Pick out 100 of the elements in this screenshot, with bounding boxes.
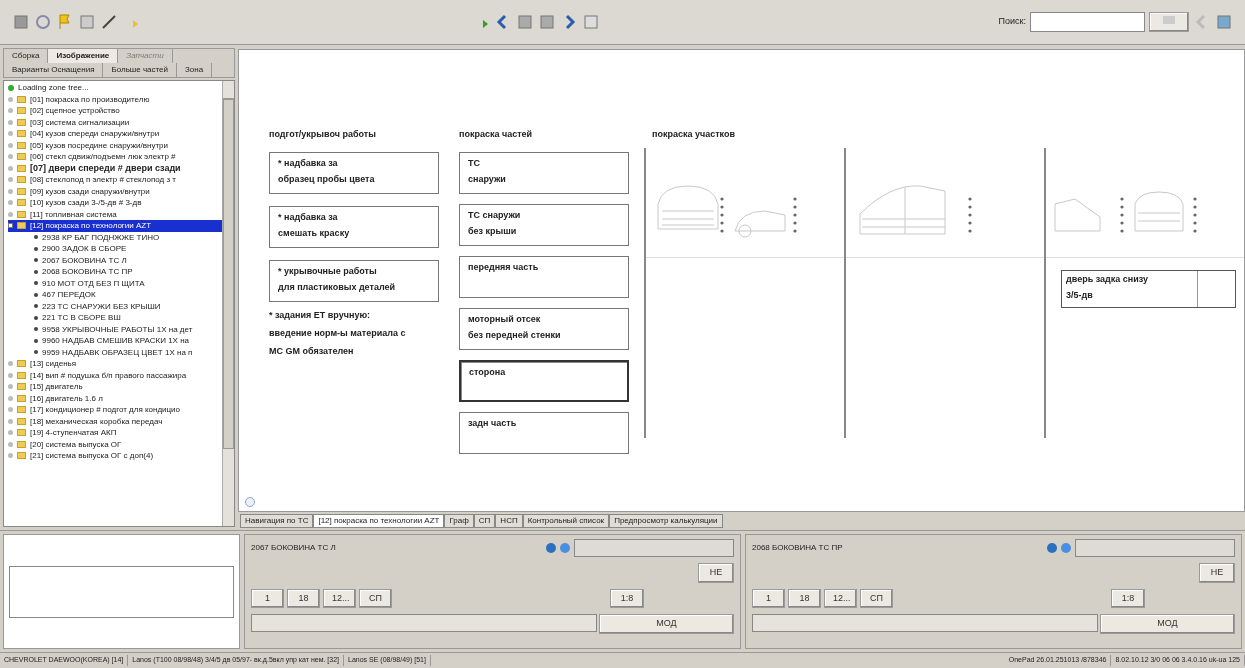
- tree-item[interactable]: [21] система выпуска ОГ с доп(4): [8, 450, 222, 462]
- tree-item[interactable]: [02] сцепное устройство: [8, 105, 222, 117]
- view-tab[interactable]: НСП: [495, 514, 523, 528]
- bullet-icon: [34, 246, 38, 251]
- box-text: образец пробы цвета: [278, 172, 376, 186]
- mode-button[interactable]: МОД: [599, 614, 734, 634]
- view-tab[interactable]: [12] покраска по технологии AZT: [313, 514, 445, 528]
- view-tab[interactable]: Контрольный список: [522, 514, 610, 528]
- tree-item[interactable]: 9960 НАДБАВ СМЕШИВ КРАСКИ 1Х на: [8, 335, 222, 347]
- tree-item[interactable]: [16] двигатель 1.6 л: [8, 392, 222, 404]
- view-tab[interactable]: Граф: [444, 514, 474, 528]
- tree-item[interactable]: [09] кузов сзади снаружи/внутри: [8, 185, 222, 197]
- zone-box[interactable]: * надбавка за смешать краску: [269, 205, 439, 248]
- tree-label: 9958 УКРЫВОЧНЫЕ РАБОТЫ 1Х на дет: [42, 323, 193, 335]
- push-button[interactable]: СП: [860, 588, 893, 608]
- zone-box[interactable]: передняя часть: [459, 255, 629, 298]
- tree-item[interactable]: [17] кондиционер # подгот для кондицио: [8, 404, 222, 416]
- tree-item[interactable]: 910 МОТ ОТД БЕЗ П ЩИТА: [8, 277, 222, 289]
- mode-button[interactable]: МОД: [1100, 614, 1235, 634]
- panel-tab[interactable]: Зона: [177, 63, 213, 77]
- side-button[interactable]: НЕ: [1199, 563, 1235, 583]
- pen-icon[interactable]: [100, 13, 118, 31]
- tree-item[interactable]: [11] топливная система: [8, 208, 222, 220]
- notes-field[interactable]: [9, 565, 234, 618]
- tree-item[interactable]: 467 ПЕРЕДОК: [8, 289, 222, 301]
- tree-item[interactable]: 223 ТС СНАРУЖИ БЕЗ КРЫШИ: [8, 300, 222, 312]
- side-button[interactable]: НЕ: [698, 563, 734, 583]
- ratio-button[interactable]: 1:8: [1111, 588, 1145, 608]
- push-button[interactable]: СП: [359, 588, 392, 608]
- part-field[interactable]: [574, 539, 734, 557]
- tree-item[interactable]: [06] стекл сдвиж/подъемн люк электр #: [8, 151, 222, 163]
- tree-item[interactable]: [04] кузов спереди снаружи/внутри: [8, 128, 222, 140]
- push-button[interactable]: 18: [287, 588, 320, 608]
- zone-box[interactable]: сторона: [459, 359, 629, 402]
- panel-tab[interactable]: Больше частей: [103, 63, 178, 77]
- bullet-icon: [34, 315, 38, 320]
- info-icon: [546, 543, 556, 553]
- circle-icon[interactable]: [34, 13, 52, 31]
- tree-item[interactable]: 221 ТС В СБОРЕ ВШ: [8, 312, 222, 324]
- box-text: ТС: [468, 156, 481, 170]
- tree-item[interactable]: [12] покраска по технологии AZT: [8, 220, 222, 232]
- tree-item[interactable]: 9959 НАДБАВК ОБРАЗЕЦ ЦВЕТ 1Х на п: [8, 346, 222, 358]
- tree-item[interactable]: [03] система сигнализации: [8, 116, 222, 128]
- tree-item[interactable]: [20] система выпуска ОГ: [8, 438, 222, 450]
- zone-box[interactable]: * укрывочные работы для пластиковых деталей: [269, 259, 439, 302]
- push-button[interactable]: 18: [788, 588, 821, 608]
- tree-item[interactable]: [01] покраска по производителю: [8, 93, 222, 105]
- tree-label: [05] кузов посредине снаружи/внутри: [30, 139, 168, 151]
- tree-item[interactable]: [14] вип # подушка б/п правого пассажира: [8, 369, 222, 381]
- tree-item[interactable]: [05] кузов посредине снаружи/внутри: [8, 139, 222, 151]
- panel-tab[interactable]: Изображение: [48, 49, 119, 63]
- ratio-button[interactable]: 1:8: [610, 588, 644, 608]
- zone-box[interactable]: задн часть: [459, 411, 629, 454]
- tree-label: [09] кузов сзади снаружи/внутри: [30, 185, 150, 197]
- tree-item[interactable]: 2900 ЗАДОК В СБОРЕ: [8, 243, 222, 255]
- box-text: * надбавка за: [278, 210, 339, 224]
- info-icon[interactable]: [245, 497, 255, 507]
- grid-icon[interactable]: [12, 13, 30, 31]
- scrollbar[interactable]: [222, 81, 234, 526]
- search-field[interactable]: [1030, 12, 1145, 32]
- push-button[interactable]: 12...: [323, 588, 356, 608]
- push-button[interactable]: 1: [251, 588, 284, 608]
- collapse-icon: [8, 223, 13, 229]
- tree-item[interactable]: [19] 4-ступенчатая АКП: [8, 427, 222, 439]
- part-title: 2067 БОКОВИНА ТС Л: [251, 542, 336, 554]
- tree-item[interactable]: 9958 УКРЫВОЧНЫЕ РАБОТЫ 1Х на дет: [8, 323, 222, 335]
- tree-label: 910 МОТ ОТД БЕЗ П ЩИТА: [42, 277, 145, 289]
- push-button[interactable]: 12...: [824, 588, 857, 608]
- bullet-icon: [34, 338, 38, 343]
- tree-item[interactable]: 2067 БОКОВИНА ТС Л: [8, 254, 222, 266]
- tree-label: 2900 ЗАДОК В СБОРЕ: [42, 243, 127, 255]
- zone-box[interactable]: дверь задка снизу 3/5-дв: [1061, 269, 1236, 308]
- tree-label: [01] покраска по производителю: [30, 93, 150, 105]
- tree-item[interactable]: [10] кузов сзади 3-/5-дв # 3-дв: [8, 197, 222, 209]
- search-label: Поиск:: [998, 15, 1026, 29]
- part-field[interactable]: [1075, 539, 1235, 557]
- info-icon: [1047, 543, 1057, 553]
- push-button[interactable]: 1: [752, 588, 785, 608]
- tree-label: 223 ТС СНАРУЖИ БЕЗ КРЫШИ: [42, 300, 161, 312]
- tree-item[interactable]: [18] механическая коробка передач: [8, 415, 222, 427]
- tree-item[interactable]: 2938 КР БАГ ПОДНЖЖЕ ТИНО: [8, 231, 222, 243]
- view-tab[interactable]: Навигация по ТС: [240, 514, 314, 528]
- tree-item[interactable]: [08] стеклопод п электр # стеклопод з т: [8, 174, 222, 186]
- search-button[interactable]: [1149, 12, 1189, 32]
- zone-box[interactable]: ТС снаружи без крыши: [459, 203, 629, 246]
- tree-item[interactable]: [15] двигатель: [8, 381, 222, 393]
- zone-box[interactable]: * надбавка за образец пробы цвета: [269, 151, 439, 194]
- tree-item[interactable]: 2068 БОКОВИНА ТС ПР: [8, 266, 222, 278]
- window-icon[interactable]: [1215, 13, 1233, 31]
- zone-box[interactable]: ТС снаружи: [459, 151, 629, 194]
- tree-label: 2938 КР БАГ ПОДНЖЖЕ ТИНО: [42, 231, 160, 243]
- tree-item[interactable]: [13] сиденья: [8, 358, 222, 370]
- tree-label: 2068 БОКОВИНА ТС ПР: [42, 266, 133, 278]
- zone-box[interactable]: моторный отсек без передней стенки: [459, 307, 629, 350]
- tree-item[interactable]: [07] двери спереди # двери сзади: [8, 162, 222, 174]
- panel-tab[interactable]: Варианты Оснащения: [4, 63, 104, 77]
- view-tab[interactable]: СП: [473, 514, 496, 528]
- tree-label: [18] механическая коробка передач: [30, 415, 163, 427]
- tree-label: [12] покраска по технологии AZT: [30, 220, 152, 232]
- view-tab[interactable]: Предпросмотр калькуляции: [609, 514, 723, 528]
